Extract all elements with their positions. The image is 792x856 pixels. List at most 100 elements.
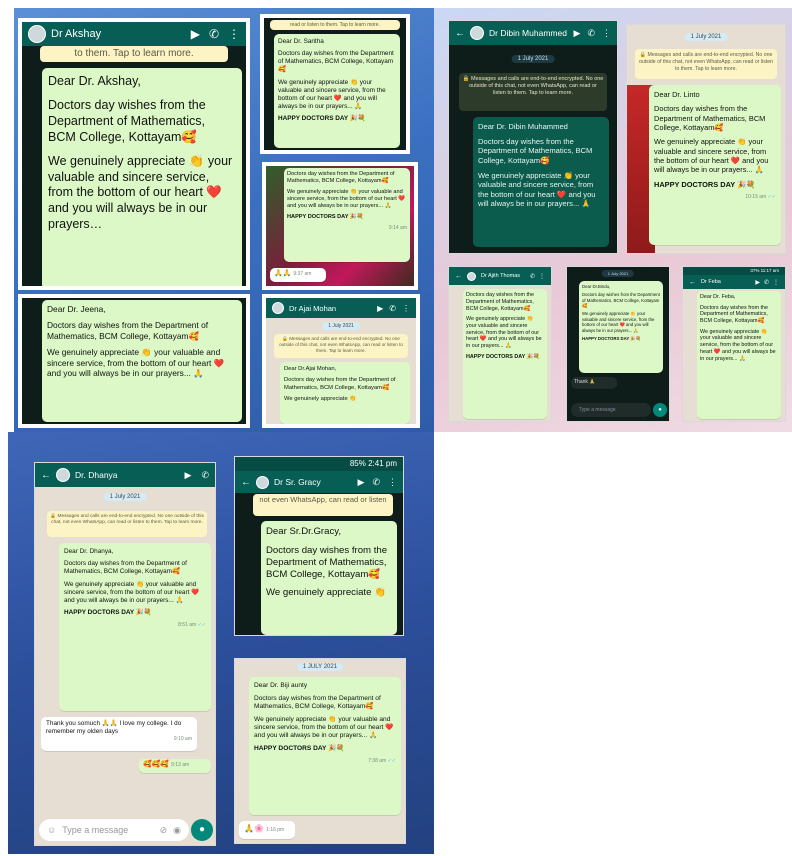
wish-text: Doctors day wishes from the Department o… (478, 136, 593, 165)
wish-text: Doctors day wishes from the Department o… (48, 98, 206, 144)
contact-name[interactable]: Dr Ajai Mohan (289, 304, 372, 313)
message-input[interactable]: Type a message (62, 825, 153, 835)
avatar[interactable] (272, 302, 284, 314)
attach-icon[interactable]: ⊘ (160, 825, 168, 836)
contact-name[interactable]: Dr Akshay (51, 28, 186, 40)
overflow-menu-icon[interactable]: ⋮ (388, 477, 397, 488)
message-bubble[interactable]: Dear Dr. Saritha Doctors day wishes from… (274, 34, 400, 148)
message-bubble[interactable]: Doctors day wishes from the Department o… (463, 289, 547, 419)
voice-call-icon[interactable]: ✆ (530, 273, 535, 280)
avatar[interactable] (467, 271, 476, 281)
happy-doctors-day: HAPPY DOCTORS DAY 🎉💐 (254, 745, 345, 753)
chat-header: ← Dr Ajith Thomas ✆ ⋮ (449, 267, 551, 285)
message-bubble[interactable]: Dear Dr. Biji aunty Doctors day wishes f… (249, 677, 401, 815)
chat-akshay: Dr Akshay ▶ ✆ ⋮ to them. Tap to learn more… (18, 18, 250, 290)
encryption-notice: 🔒 Messages and calls are end-to-end encr… (47, 511, 207, 537)
back-arrow-icon[interactable]: ← (455, 273, 462, 280)
chat-sr-gracy: 85% 2:41 pm ← Dr Sr. Gracy ▶ ✆ ⋮ not even … (234, 456, 404, 636)
chat-dibin: ← Dr Dibin Muhammed ▶ ✆ ⋮ 1 July 2021 🔒 Me… (448, 20, 618, 254)
reply-bubble[interactable]: Thank you somuch 🙏🙏 I love my college. I… (41, 717, 197, 751)
appreciate-text: We genuinely appreciate 👏 your valuable … (478, 170, 596, 209)
message-bubble[interactable]: Dear Dr.Ajai Mohan, Doctors day wishes f… (280, 362, 410, 424)
mic-icon[interactable]: ● (653, 403, 667, 417)
voice-call-icon[interactable]: ✆ (587, 28, 595, 39)
back-arrow-icon[interactable]: ← (241, 477, 251, 488)
encryption-notice: 🔒 Messages and calls are end-to-end encr… (274, 334, 408, 358)
contact-name[interactable]: Dr Sr. Gracy (274, 477, 353, 487)
camera-icon[interactable]: ◉ (173, 825, 181, 836)
greeting-text: Dear Dr.Ajai Mohan, (284, 366, 337, 372)
message-bubble[interactable]: Dear Dr.Bindu, Doctors day wishes from t… (579, 281, 663, 373)
voice-call-icon[interactable]: ✆ (209, 27, 219, 41)
appreciate-text: We genuinely appreciate 👏 your valuable … (582, 311, 655, 333)
contact-name[interactable]: Dr Feba (701, 279, 750, 285)
back-arrow-icon[interactable]: ← (689, 279, 696, 286)
encryption-notice: 🔒 Messages and calls are end-to-end encr… (459, 73, 607, 111)
collage-bottom: ← Dr. Dhanya ▶ ✆ 1 July 2021 🔒 Messages a… (8, 432, 434, 854)
avatar[interactable] (470, 26, 484, 40)
voice-call-icon[interactable]: ✆ (764, 279, 769, 286)
contact-name[interactable]: Dr Dibin Muhammed (489, 28, 569, 38)
video-call-icon[interactable]: ▶ (377, 304, 383, 313)
reply-time: 9:37 am (293, 271, 312, 277)
voice-call-icon[interactable]: ✆ (389, 304, 396, 313)
emoji-bubble[interactable]: 🥰🥰🥰 9:13 am (139, 759, 211, 773)
message-bubble[interactable]: Dear Dr. Akshay, Doctors day wishes from… (42, 68, 242, 286)
chat-header: ← Dr Sr. Gracy ▶ ✆ ⋮ (235, 471, 403, 493)
chat-dhanya: ← Dr. Dhanya ▶ ✆ 1 July 2021 🔒 Messages a… (34, 462, 216, 846)
video-call-icon[interactable]: ▶ (574, 28, 581, 39)
greeting-text: Dear Dr. Linto (654, 90, 700, 99)
message-bubble[interactable]: Doctors day wishes from the Department o… (284, 168, 410, 262)
avatar[interactable] (256, 475, 269, 489)
chat-ajai-mohan: Dr Ajai Mohan ▶ ✆ ⋮ 1 July 2021 🔒 Messages… (262, 294, 420, 428)
video-call-icon[interactable]: ▶ (755, 279, 760, 286)
message-bubble[interactable]: Dear Dr. Dhanya, Doctors day wishes from… (59, 543, 211, 711)
date-pill: 1 July 2021 (511, 55, 555, 63)
message-bubble[interactable]: Dear Sr.Dr.Gracy, Doctors day wishes fro… (261, 521, 397, 635)
happy-doctors-day: HAPPY DOCTORS DAY 🎉💐 (278, 115, 366, 123)
back-arrow-icon[interactable]: ← (41, 470, 51, 481)
wish-text: Doctors day wishes from the Department o… (254, 694, 381, 711)
mic-icon[interactable]: ● (191, 819, 213, 841)
voice-call-icon[interactable]: ✆ (372, 477, 380, 488)
date-pill: 1 July 2021 (601, 270, 635, 277)
video-call-icon[interactable]: ▶ (185, 470, 192, 481)
contact-name[interactable]: Dr Ajith Thomas (481, 273, 525, 279)
message-input[interactable]: Type a message (579, 407, 643, 413)
message-composer[interactable]: ☺ Type a message ⊘ ◉ (39, 819, 189, 841)
reply-bubble[interactable]: 🙏🌸 1:16 pm (239, 821, 295, 839)
reply-bubble[interactable]: 🙏🙏 9:37 am (270, 268, 326, 282)
message-bubble[interactable]: Dear Dr. Jeena, Doctors day wishes from … (42, 300, 242, 422)
message-bubble[interactable]: Dear Dr. Feba, Doctors day wishes from t… (697, 291, 781, 419)
appreciate-text: We genuinely appreciate 👏 your valuable … (700, 328, 776, 362)
overflow-menu-icon[interactable]: ⋮ (602, 28, 611, 39)
contact-name[interactable]: Dr. Dhanya (75, 470, 180, 480)
message-composer[interactable]: Type a message (571, 403, 651, 417)
video-call-icon[interactable]: ▶ (191, 27, 200, 41)
wish-text: Doctors day wishes from the Department o… (654, 104, 766, 132)
avatar[interactable] (28, 25, 46, 43)
greeting-text: Dear Dr. Akshay, (48, 74, 141, 88)
collage-top-left: Dr Akshay ▶ ✆ ⋮ to them. Tap to learn more… (14, 8, 434, 432)
overflow-menu-icon[interactable]: ⋮ (539, 273, 545, 280)
message-bubble[interactable]: Dear Dr. Dibin Muhammed Doctors day wish… (473, 117, 609, 247)
message-bubble[interactable]: Dear Dr. Linto Doctors day wishes from t… (649, 85, 781, 245)
chat-header: ← Dr Feba ▶ ✆ ⋮ (683, 275, 785, 289)
overflow-menu-icon[interactable]: ⋮ (402, 304, 410, 313)
greeting-text: Dear Dr. Biji aunty (254, 682, 308, 689)
voice-call-icon[interactable]: ✆ (201, 470, 209, 481)
status-bar: 37% 11:17 am (683, 267, 785, 275)
reply-text: Thank you somuch 🙏🙏 I love my college. I… (46, 720, 182, 735)
chat-header: ← Dr. Dhanya ▶ ✆ (35, 463, 215, 487)
back-arrow-icon[interactable]: ← (455, 28, 465, 39)
overflow-menu-icon[interactable]: ⋮ (228, 27, 240, 41)
avatar[interactable] (56, 468, 70, 482)
reply-bubble[interactable]: Thank 🙏 (571, 377, 617, 389)
overflow-menu-icon[interactable]: ⋮ (773, 279, 779, 286)
chat-header: Dr Ajai Mohan ▶ ✆ ⋮ (266, 298, 416, 318)
appreciate-text: We genuinely appreciate 👏 (284, 395, 357, 402)
video-call-icon[interactable]: ▶ (358, 477, 365, 488)
emoji-icon[interactable]: ☺ (47, 825, 56, 835)
reply-time: 1:16 pm (266, 827, 285, 833)
appreciate-text: We genuinely appreciate 👏 your valuable … (654, 137, 769, 175)
